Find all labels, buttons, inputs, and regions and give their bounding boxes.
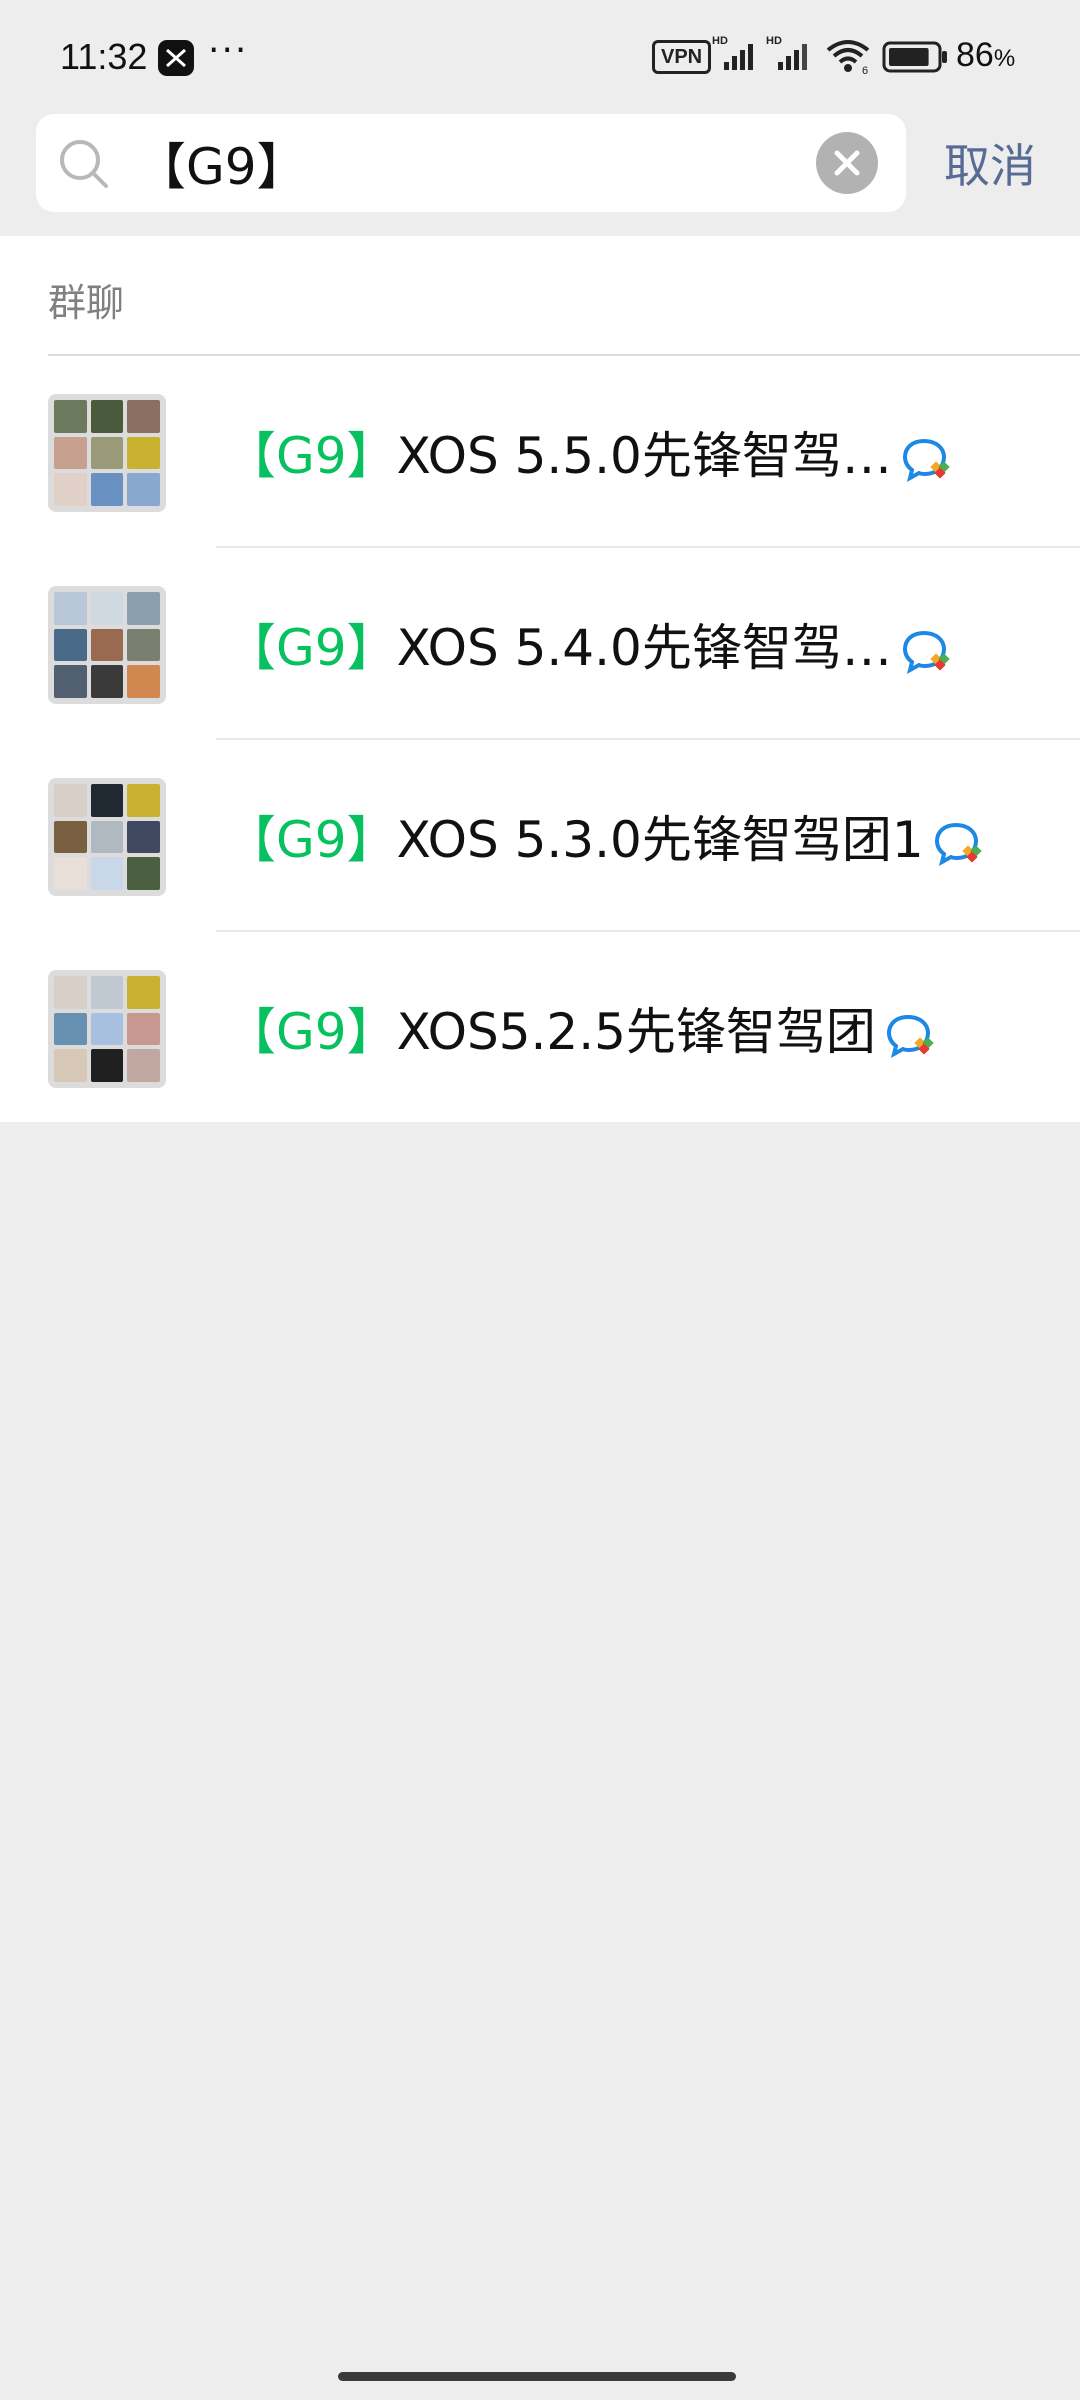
- svg-text:HD: HD: [712, 35, 728, 47]
- close-icon: [834, 150, 860, 176]
- group-chat-badge-icon: [934, 822, 982, 866]
- vpn-icon: VPN: [652, 40, 712, 74]
- clear-search-button[interactable]: [816, 132, 878, 194]
- battery-percent: 86%: [956, 36, 1016, 74]
- signal-hd-icon: HD: [766, 35, 807, 70]
- search-box: [36, 114, 906, 212]
- group-chat-title: 【G9】XOS5.2.5先锋智驾团: [226, 992, 940, 1064]
- group-avatar: [48, 970, 166, 1088]
- signal-hd-icon: HD: [712, 35, 753, 70]
- search-input[interactable]: [136, 114, 836, 212]
- search-results: 群聊 【G9】XOS 5.5.0先锋智驾… 【G9】XOS 5.4.0先锋智驾…: [0, 236, 1080, 1122]
- app-icon: [158, 40, 194, 76]
- svg-text:6: 6: [862, 65, 868, 76]
- group-chat-badge-icon: [886, 1014, 934, 1058]
- wifi-icon: 6: [826, 40, 870, 76]
- section-title-group-chats: 群聊: [48, 281, 125, 325]
- status-time: 11:32: [60, 36, 148, 77]
- group-avatar: [48, 778, 166, 896]
- group-chat-item[interactable]: 【G9】XOS 5.3.0先锋智驾团1: [0, 740, 1080, 932]
- group-chat-title: 【G9】XOS 5.3.0先锋智驾团1: [226, 800, 988, 872]
- group-chat-item[interactable]: 【G9】XOS5.2.5先锋智驾团: [0, 932, 1080, 1124]
- status-bar: 11:32 ··· VPN HD HD 6 86%: [0, 0, 1080, 112]
- battery-icon: [882, 41, 947, 73]
- search-icon: [60, 140, 108, 188]
- group-avatar: [48, 586, 166, 704]
- group-chat-title: 【G9】XOS 5.5.0先锋智驾…: [226, 416, 956, 488]
- group-avatar: [48, 394, 166, 512]
- more-notifications-icon: ···: [208, 30, 249, 71]
- group-chat-badge-icon: [902, 438, 950, 482]
- svg-text:HD: HD: [766, 35, 782, 47]
- group-chat-item[interactable]: 【G9】XOS 5.5.0先锋智驾…: [0, 356, 1080, 548]
- group-chat-title: 【G9】XOS 5.4.0先锋智驾…: [226, 608, 956, 680]
- home-indicator[interactable]: [338, 2372, 736, 2381]
- group-chat-badge-icon: [902, 630, 950, 674]
- group-chat-item[interactable]: 【G9】XOS 5.4.0先锋智驾…: [0, 548, 1080, 740]
- cancel-button[interactable]: 取消: [944, 130, 1036, 196]
